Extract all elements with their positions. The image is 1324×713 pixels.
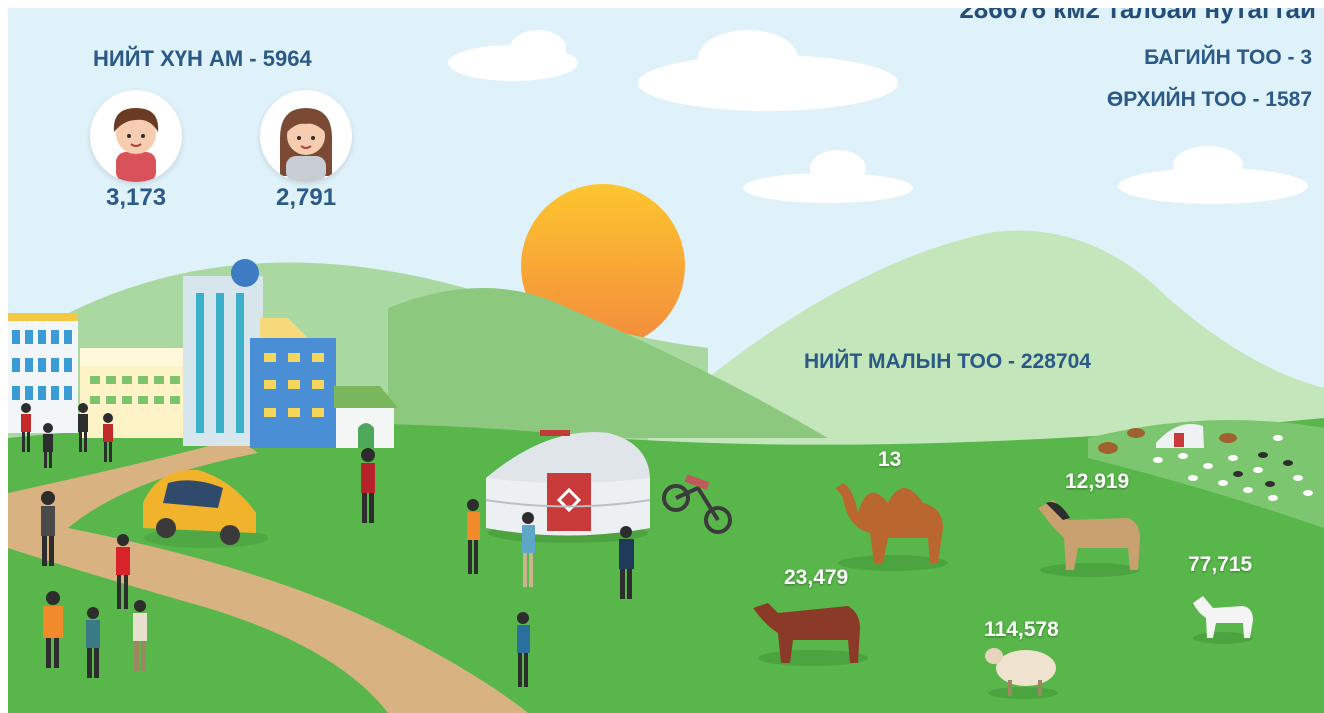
livestock-total-label: НИЙТ МАЛЫН ТОО - 228704 [804, 350, 1091, 373]
male-avatar-icon [90, 90, 182, 182]
infographic-scene: 286676 км2 талбай нутагтай НИЙТ ХҮН АМ -… [8, 8, 1324, 713]
cattle-count: 23,479 [784, 566, 849, 589]
landscape-illustration [8, 30, 1324, 713]
household-count-label: ӨРХИЙН ТОО - 1587 [1106, 88, 1312, 111]
clipped-header-text: 286676 км2 талбай нутагтай [959, 8, 1316, 24]
bag-count-label: БАГИЙН ТОО - 3 [1144, 46, 1312, 69]
goat-count: 77,715 [1188, 553, 1253, 576]
female-avatar-icon [260, 90, 352, 182]
sheep-count: 114,578 [984, 618, 1059, 641]
female-count: 2,791 [276, 184, 337, 211]
population-total-label: НИЙТ ХҮН АМ - 5964 [93, 46, 312, 71]
horse-count: 12,919 [1065, 470, 1130, 493]
camel-count: 13 [878, 448, 902, 471]
male-count: 3,173 [106, 184, 167, 211]
